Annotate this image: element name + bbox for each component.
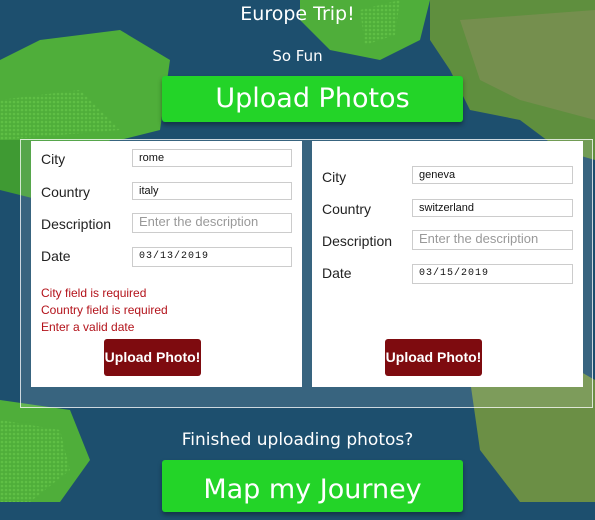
upload-photo-submit-button[interactable]: Upload Photo! bbox=[104, 339, 201, 376]
description-label: Description bbox=[322, 233, 393, 249]
date-input[interactable]: 03/13/2019 bbox=[132, 247, 292, 267]
date-label: Date bbox=[41, 248, 71, 264]
description-input[interactable]: Enter the description bbox=[412, 230, 573, 250]
date-input[interactable]: 03/15/2019 bbox=[412, 264, 573, 284]
city-label: City bbox=[41, 151, 66, 167]
photo-form-card: City rome Country italy Description Ente… bbox=[31, 141, 302, 387]
error-message: Enter a valid date bbox=[41, 320, 135, 334]
description-input[interactable]: Enter the description bbox=[132, 213, 292, 233]
city-input[interactable]: geneva bbox=[412, 166, 573, 184]
country-input[interactable]: switzerland bbox=[412, 199, 573, 217]
description-label: Description bbox=[41, 216, 112, 232]
date-label: Date bbox=[322, 265, 352, 281]
country-input[interactable]: italy bbox=[132, 182, 292, 200]
page-title: Europe Trip! bbox=[240, 3, 355, 25]
country-label: Country bbox=[41, 184, 91, 200]
country-label: Country bbox=[322, 201, 372, 217]
error-message: Country field is required bbox=[41, 303, 168, 317]
city-input[interactable]: rome bbox=[132, 149, 292, 167]
photo-form-card: City geneva Country switzerland Descript… bbox=[312, 141, 583, 387]
page-subtitle: So Fun bbox=[272, 47, 323, 65]
finished-prompt: Finished uploading photos? bbox=[181, 430, 414, 450]
map-my-journey-button[interactable]: Map my Journey bbox=[162, 460, 463, 512]
city-label: City bbox=[322, 169, 347, 185]
page-content: Europe Trip! So Fun Upload Photos City r… bbox=[0, 0, 595, 512]
error-message: City field is required bbox=[41, 286, 147, 300]
upload-photo-submit-button[interactable]: Upload Photo! bbox=[385, 339, 482, 376]
upload-photos-button[interactable]: Upload Photos bbox=[162, 76, 463, 122]
